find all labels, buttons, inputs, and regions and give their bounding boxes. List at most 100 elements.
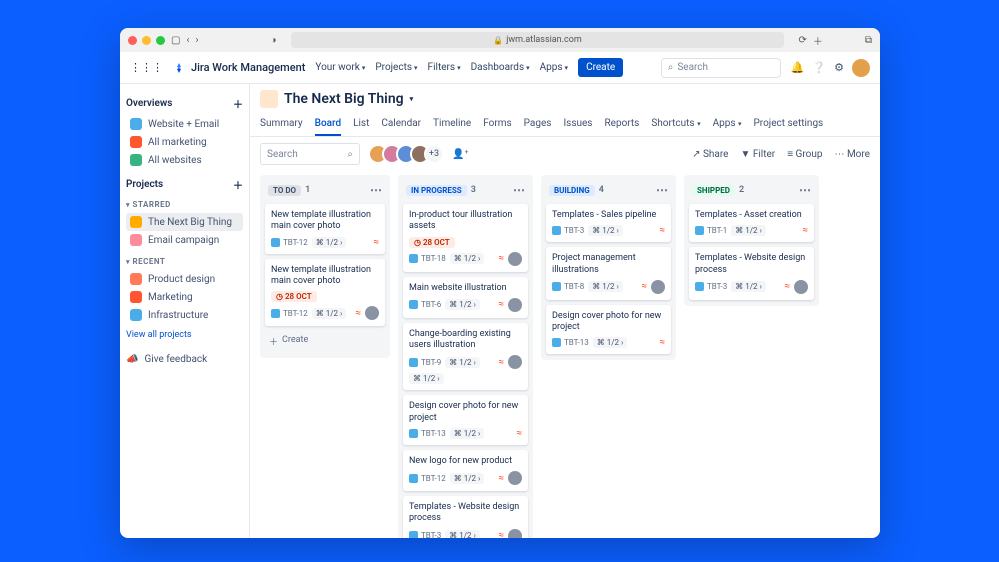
assignee-avatar — [651, 280, 665, 294]
tab-shortcuts[interactable]: Shortcuts ▾ — [651, 118, 700, 136]
column-header[interactable]: BUILDING4⋯ — [546, 181, 671, 199]
issue-type-icon — [552, 226, 561, 235]
tab-timeline[interactable]: Timeline — [433, 118, 471, 136]
column-more-icon[interactable]: ⋯ — [370, 183, 382, 197]
nav-apps[interactable]: Apps▾ — [540, 62, 568, 73]
create-issue-button[interactable]: ＋Create — [265, 331, 385, 352]
tab-calendar[interactable]: Calendar — [381, 118, 421, 136]
sidebar-toggle-icon[interactable]: ▢ — [171, 35, 180, 46]
add-overview-icon[interactable]: ＋ — [233, 96, 243, 111]
issue-card[interactable]: Main website illustrationTBT-6⌘ 1/2 ›≈ — [403, 277, 528, 318]
global-search[interactable]: ⌕ Search — [661, 58, 781, 78]
notifications-icon[interactable]: 🔔 — [791, 61, 805, 74]
issue-card[interactable]: Templates - Asset creationTBT-1⌘ 1/2 ›≈ — [689, 204, 814, 242]
issue-key: TBT-12 — [271, 309, 308, 318]
nav-your-work[interactable]: Your work▾ — [315, 62, 365, 73]
sidebar-item[interactable]: All websites — [126, 151, 243, 169]
issue-card[interactable]: In-product tour illustration assets◷ 28 … — [403, 204, 528, 272]
issue-type-icon — [409, 300, 418, 309]
issue-card[interactable]: Templates - Website design processTBT-3⌘… — [403, 496, 528, 538]
project-title[interactable]: The Next Big Thing ▾ — [260, 90, 870, 108]
sidebar-item[interactable]: Website + Email — [126, 115, 243, 133]
issue-card[interactable]: Design cover photo for new projectTBT-13… — [546, 305, 671, 355]
tab-summary[interactable]: Summary — [260, 118, 303, 136]
shield-icon[interactable]: ◑ — [270, 35, 276, 46]
sidebar-item[interactable]: The Next Big Thing — [126, 213, 243, 231]
sidebar-overviews-header: Overviews ＋ — [126, 96, 243, 111]
give-feedback[interactable]: 📣 Give feedback — [126, 354, 243, 365]
issue-type-icon — [695, 226, 704, 235]
sidebar-item[interactable]: Email campaign — [126, 231, 243, 249]
help-icon[interactable]: ❔ — [812, 61, 826, 74]
sidebar-item-label: Marketing — [148, 292, 193, 303]
more-button[interactable]: ⋯ More — [834, 149, 870, 160]
sidebar-item[interactable]: All marketing — [126, 133, 243, 151]
card-title: In-product tour illustration assets — [409, 210, 522, 233]
nav-dashboards[interactable]: Dashboards▾ — [471, 62, 530, 73]
tab-project-settings[interactable]: Project settings — [754, 118, 824, 136]
nav-back-icon[interactable]: ‹ — [186, 35, 189, 46]
assignee-avatar — [508, 298, 522, 312]
column-more-icon[interactable]: ⋯ — [513, 183, 525, 197]
priority-icon: ≈ — [498, 253, 504, 264]
tabs-overview-icon[interactable]: ⧉ — [865, 35, 872, 46]
tab-reports[interactable]: Reports — [604, 118, 639, 136]
board-search[interactable]: Search ⌕ — [260, 143, 360, 165]
issue-type-icon — [552, 338, 561, 347]
assignee-filter-avatars[interactable]: +3 — [368, 144, 444, 164]
settings-icon[interactable]: ⚙ — [834, 61, 844, 74]
create-button[interactable]: Create — [578, 58, 623, 77]
tab-pages[interactable]: Pages — [524, 118, 552, 136]
lock-icon: 🔒 — [493, 36, 503, 45]
issue-card[interactable]: New logo for new productTBT-12⌘ 1/2 ›≈ — [403, 450, 528, 491]
issue-card[interactable]: Templates - Website design processTBT-3⌘… — [689, 247, 814, 300]
nav-fwd-icon[interactable]: › — [195, 35, 198, 46]
sidebar-item-label: The Next Big Thing — [148, 217, 232, 228]
card-title: Templates - Asset creation — [695, 210, 808, 221]
issue-type-icon — [552, 282, 561, 291]
subtask-badge: ⌘ 1/2 › — [731, 225, 766, 236]
issue-card[interactable]: New template illustration main cover pho… — [265, 259, 385, 327]
tab-board[interactable]: Board — [315, 118, 341, 136]
column-more-icon[interactable]: ⋯ — [799, 183, 811, 197]
new-tab-icon[interactable]: ＋ — [813, 33, 823, 48]
add-project-icon[interactable]: ＋ — [233, 177, 243, 192]
sidebar-item-label: Product design — [148, 274, 215, 285]
refresh-icon[interactable]: ⟳ — [798, 35, 806, 46]
megaphone-icon: 📣 — [126, 354, 138, 365]
priority-icon: ≈ — [516, 428, 522, 439]
view-all-projects-link[interactable]: View all projects — [126, 330, 243, 340]
traffic-lights[interactable] — [128, 36, 165, 45]
add-people-icon[interactable]: 👤⁺ — [452, 149, 468, 160]
brand[interactable]: Jira Work Management — [173, 61, 305, 74]
filter-button[interactable]: ▼ Filter — [740, 149, 775, 160]
share-button[interactable]: ↗ Share — [692, 149, 728, 160]
issue-card[interactable]: Templates - Sales pipelineTBT-3⌘ 1/2 ›≈ — [546, 204, 671, 242]
column-more-icon[interactable]: ⋯ — [656, 183, 668, 197]
nav-filters[interactable]: Filters▾ — [428, 62, 461, 73]
tab-issues[interactable]: Issues — [563, 118, 592, 136]
sidebar-item[interactable]: Infrastructure — [126, 306, 243, 324]
issue-card[interactable]: Project management illustrationsTBT-8⌘ 1… — [546, 247, 671, 300]
issue-card[interactable]: New template illustration main cover pho… — [265, 204, 385, 254]
sidebar-item[interactable]: Marketing — [126, 288, 243, 306]
sidebar-item-label: All marketing — [148, 137, 207, 148]
tab-apps[interactable]: Apps ▾ — [713, 118, 742, 136]
tab-list[interactable]: List — [353, 118, 369, 136]
issue-card[interactable]: Change-boarding existing users illustrat… — [403, 323, 528, 391]
issue-key: TBT-13 — [409, 429, 446, 438]
issue-key: TBT-3 — [552, 226, 584, 235]
priority-icon: ≈ — [355, 308, 361, 319]
tab-forms[interactable]: Forms — [483, 118, 511, 136]
url-bar[interactable]: 🔒 jwm.atlassian.com — [291, 32, 785, 48]
app-switcher-icon[interactable]: ⋮⋮⋮ — [130, 61, 163, 74]
nav-projects[interactable]: Projects▾ — [375, 62, 417, 73]
group-button[interactable]: ≡ Group — [787, 149, 822, 160]
column-header[interactable]: IN PROGRESS3⋯ — [403, 181, 528, 199]
card-title: Design cover photo for new project — [409, 401, 522, 424]
sidebar-item[interactable]: Product design — [126, 270, 243, 288]
user-avatar[interactable] — [852, 59, 870, 77]
column-header[interactable]: SHIPPED2⋯ — [689, 181, 814, 199]
issue-card[interactable]: Design cover photo for new project TBT-13… — [403, 395, 528, 445]
column-header[interactable]: TO DO1⋯ — [265, 181, 385, 199]
